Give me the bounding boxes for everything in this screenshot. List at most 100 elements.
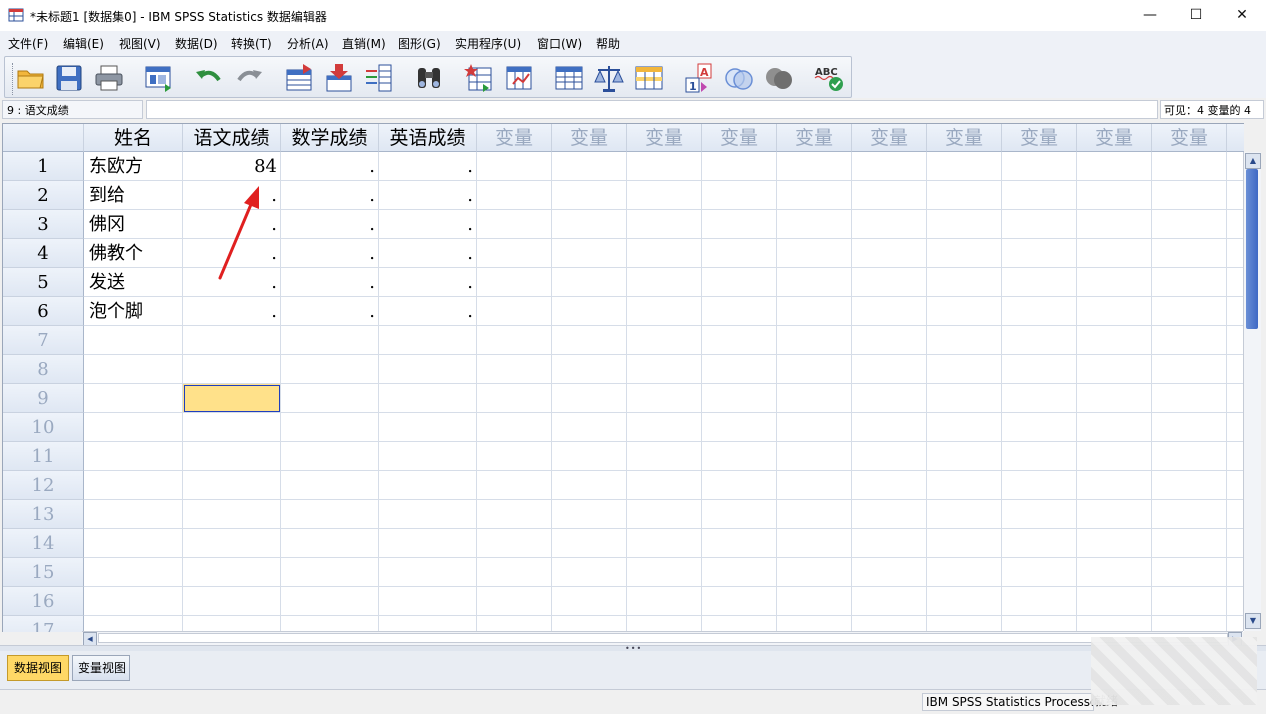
- grid-cell[interactable]: [1227, 181, 1244, 210]
- cell-english[interactable]: .: [379, 210, 477, 239]
- save-icon[interactable]: [53, 62, 85, 94]
- grid-cell[interactable]: [927, 326, 1002, 355]
- grid-cell[interactable]: [1002, 529, 1077, 558]
- grid-cell[interactable]: [477, 326, 552, 355]
- grid-cell[interactable]: [1077, 384, 1152, 413]
- grid-cell[interactable]: [1152, 616, 1227, 632]
- grid-cell[interactable]: [777, 181, 852, 210]
- column-header-empty-variable[interactable]: 变量: [477, 124, 552, 152]
- menu-window[interactable]: 窗口(W): [537, 35, 582, 52]
- cell-english[interactable]: .: [379, 152, 477, 181]
- grid-cell[interactable]: [552, 268, 627, 297]
- row-header[interactable]: 15: [3, 558, 84, 587]
- grid-cell[interactable]: [552, 558, 627, 587]
- cell-name[interactable]: 发送: [84, 268, 183, 297]
- grid-cell[interactable]: [1002, 181, 1077, 210]
- row-header[interactable]: 7: [3, 326, 84, 355]
- grid-cell[interactable]: [477, 152, 552, 181]
- grid-cell[interactable]: [777, 616, 852, 632]
- grid-cell[interactable]: [1002, 210, 1077, 239]
- row-header[interactable]: 6: [3, 297, 84, 326]
- grid-cell[interactable]: [477, 268, 552, 297]
- menu-analyze[interactable]: 分析(A): [287, 35, 329, 52]
- grid-cell[interactable]: [1227, 413, 1244, 442]
- grid-cell[interactable]: [927, 384, 1002, 413]
- grid-cell[interactable]: [927, 268, 1002, 297]
- grid-cell[interactable]: [1227, 442, 1244, 471]
- grid-cell[interactable]: [281, 529, 379, 558]
- grid-cell[interactable]: [627, 587, 702, 616]
- grid-cell[interactable]: [84, 355, 183, 384]
- insert-cases-icon[interactable]: [463, 62, 495, 94]
- column-header-empty-variable[interactable]: 变量: [552, 124, 627, 152]
- grid-cell[interactable]: [852, 297, 927, 326]
- grid-cell[interactable]: [852, 210, 927, 239]
- grid-cell[interactable]: [379, 384, 477, 413]
- grid-cell[interactable]: [552, 587, 627, 616]
- grid-cell[interactable]: [627, 500, 702, 529]
- grid-cell[interactable]: [281, 326, 379, 355]
- grid-cell[interactable]: [1077, 413, 1152, 442]
- grid-cell[interactable]: [84, 413, 183, 442]
- grid-cell[interactable]: [1077, 471, 1152, 500]
- grid-cell[interactable]: [1152, 471, 1227, 500]
- grid-cell[interactable]: [702, 587, 777, 616]
- grid-cell[interactable]: [183, 529, 281, 558]
- column-header-empty-variable[interactable]: 变量: [1152, 124, 1227, 152]
- grid-cell[interactable]: [852, 239, 927, 268]
- grid-cell[interactable]: [1227, 471, 1244, 500]
- grid-cell[interactable]: [627, 152, 702, 181]
- grid-cell[interactable]: [1002, 152, 1077, 181]
- grid-cell[interactable]: [477, 558, 552, 587]
- grid-cell[interactable]: [777, 384, 852, 413]
- menu-data[interactable]: 数据(D): [175, 35, 218, 52]
- cell-english[interactable]: .: [379, 239, 477, 268]
- grid-cell[interactable]: [627, 239, 702, 268]
- grid-cell[interactable]: [552, 616, 627, 632]
- grid-cell[interactable]: [702, 500, 777, 529]
- grid-cell[interactable]: [1002, 239, 1077, 268]
- grid-cell[interactable]: [852, 587, 927, 616]
- grid-cell[interactable]: [1077, 616, 1152, 632]
- grid-cell[interactable]: [552, 152, 627, 181]
- grid-cell[interactable]: [777, 297, 852, 326]
- grid-cell[interactable]: [183, 355, 281, 384]
- grid-cell[interactable]: [852, 268, 927, 297]
- grid-cell[interactable]: [552, 500, 627, 529]
- grid-cell[interactable]: [702, 181, 777, 210]
- horizontal-scrollbar[interactable]: ◀ ▶: [82, 631, 1243, 646]
- grid-cell[interactable]: [84, 500, 183, 529]
- grid-cell[interactable]: [927, 355, 1002, 384]
- grid-cell[interactable]: [1227, 210, 1244, 239]
- grid-cell[interactable]: [1152, 587, 1227, 616]
- grid-cell[interactable]: [1077, 558, 1152, 587]
- column-header-empty-variable[interactable]: 变量: [777, 124, 852, 152]
- grid-cell[interactable]: [1002, 587, 1077, 616]
- grid-cell[interactable]: [183, 558, 281, 587]
- cell-math[interactable]: .: [281, 181, 379, 210]
- grid-cell[interactable]: [777, 587, 852, 616]
- grid-cell[interactable]: [477, 355, 552, 384]
- cell-english[interactable]: .: [379, 297, 477, 326]
- grid-cell[interactable]: [627, 442, 702, 471]
- grid-cell[interactable]: [1002, 471, 1077, 500]
- column-header-partial[interactable]: [1227, 124, 1244, 152]
- grid-cell[interactable]: [927, 210, 1002, 239]
- grid-cell[interactable]: [627, 529, 702, 558]
- scroll-down-arrow-icon[interactable]: ▼: [1245, 613, 1261, 629]
- grid-cell[interactable]: [1077, 297, 1152, 326]
- grid-cell[interactable]: [1152, 500, 1227, 529]
- grid-cell[interactable]: [777, 355, 852, 384]
- grid-cell[interactable]: [281, 442, 379, 471]
- grid-cell[interactable]: [477, 500, 552, 529]
- grid-cell[interactable]: [84, 558, 183, 587]
- grid-cell[interactable]: [1227, 587, 1244, 616]
- grid-cell[interactable]: [84, 529, 183, 558]
- grid-cell[interactable]: [84, 384, 183, 413]
- grid-cell[interactable]: [379, 355, 477, 384]
- grid-cell[interactable]: [627, 297, 702, 326]
- spell-check-icon[interactable]: ABC: [813, 62, 845, 94]
- cell-chinese[interactable]: .: [183, 239, 281, 268]
- menu-utilities[interactable]: 实用程序(U): [455, 35, 521, 52]
- cell-name[interactable]: 佛冈: [84, 210, 183, 239]
